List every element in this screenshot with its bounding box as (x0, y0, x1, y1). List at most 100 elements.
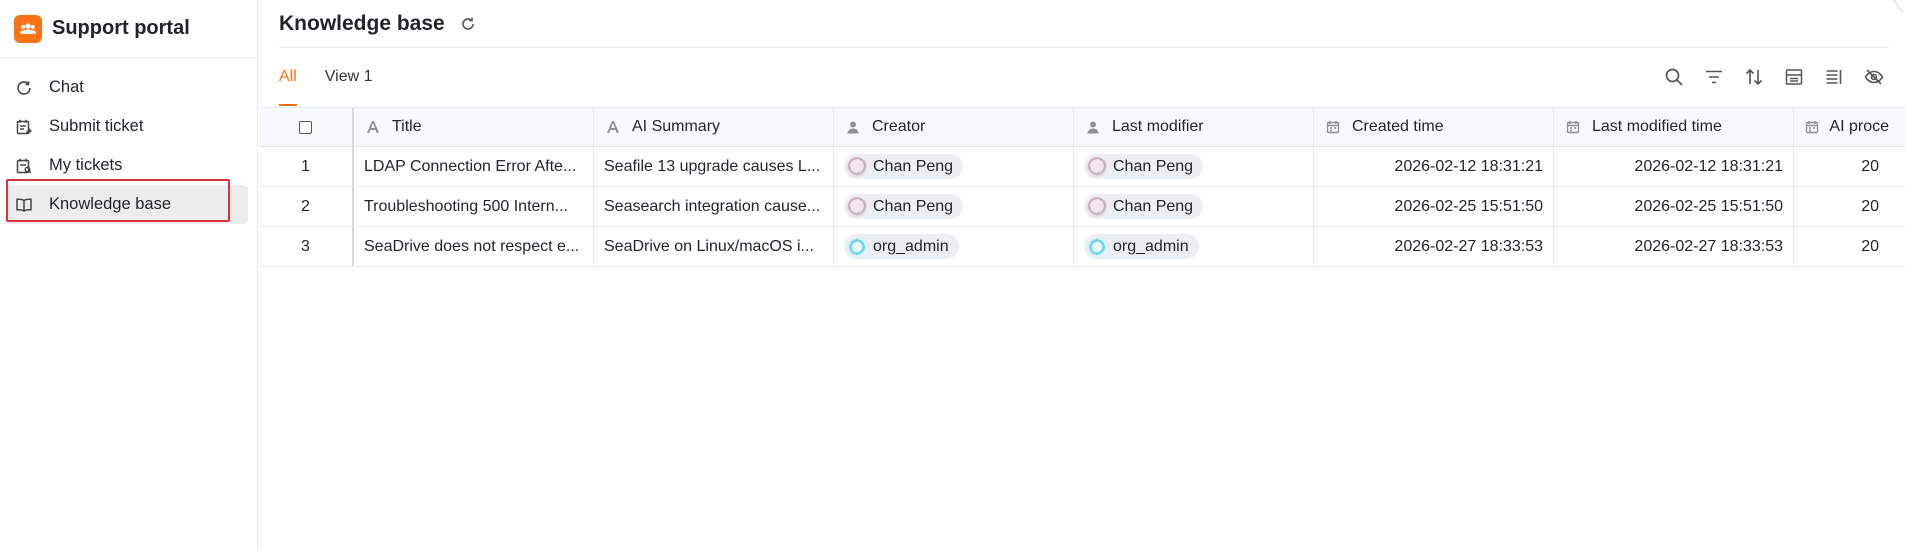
avatar (1087, 196, 1107, 217)
sidebar-item-knowledge-base[interactable]: Knowledge base (6, 185, 248, 224)
column-label: Last modified time (1592, 118, 1722, 135)
column-header-created-time[interactable]: Created time (1314, 108, 1554, 146)
group-icon[interactable] (1781, 64, 1807, 90)
page-title: Knowledge base (279, 11, 445, 35)
cell-ai-summary[interactable]: SeaDrive on Linux/macOS i... (594, 227, 834, 266)
table-row[interactable]: 1 LDAP Connection Error Afte... Seafile … (259, 147, 1905, 187)
cell-text: Seafile 13 upgrade causes L... (604, 157, 821, 175)
column-label: Creator (872, 118, 926, 135)
cell-last-modifier[interactable]: Chan Peng (1074, 147, 1314, 186)
brand: Support portal (0, 0, 258, 58)
select-all-checkbox[interactable] (299, 120, 312, 134)
data-grid: Title AI Summary Creator Last modifier C… (259, 107, 1905, 267)
user-pill: Chan Peng (1084, 154, 1204, 179)
user-name: Chan Peng (1113, 157, 1194, 175)
page-header: Knowledge base (279, 0, 1889, 48)
column-header-last-modifier[interactable]: Last modifier (1074, 108, 1314, 146)
calendar-icon (1564, 118, 1582, 136)
column-label: Created time (1352, 118, 1444, 135)
cell-creator[interactable]: Chan Peng (834, 147, 1074, 186)
cell-title[interactable]: SeaDrive does not respect e... (354, 227, 594, 266)
filter-icon[interactable] (1701, 64, 1727, 90)
table-row[interactable]: 3 SeaDrive does not respect e... SeaDriv… (259, 227, 1905, 267)
column-header-last-modified-time[interactable]: Last modified time (1554, 108, 1794, 146)
tab-view-1[interactable]: View 1 (325, 60, 373, 106)
calendar-icon (1324, 118, 1342, 136)
avatar (847, 156, 867, 177)
column-label: Title (392, 118, 422, 135)
sort-icon[interactable] (1741, 64, 1767, 90)
hide-columns-icon[interactable] (1861, 64, 1887, 90)
cell-last-modified-time[interactable]: 2026-02-12 18:31:21 (1554, 147, 1794, 186)
view-tabs: All View 1 (279, 60, 401, 106)
cell-text: SeaDrive on Linux/macOS i... (604, 237, 814, 255)
avatar (847, 196, 867, 217)
column-label: AI proce (1829, 118, 1889, 135)
column-header-creator[interactable]: Creator (834, 108, 1074, 146)
cell-created-time[interactable]: 2026-02-12 18:31:21 (1314, 147, 1554, 186)
cell-last-modifier[interactable]: org_admin (1074, 227, 1314, 266)
cell-ai-summary[interactable]: Seasearch integration cause... (594, 187, 834, 226)
tab-all[interactable]: All (279, 60, 297, 106)
row-index: 1 (259, 147, 354, 186)
row-height-icon[interactable] (1821, 64, 1847, 90)
cell-created-time[interactable]: 2026-02-25 15:51:50 (1314, 187, 1554, 226)
cell-ai-summary[interactable]: Seafile 13 upgrade causes L... (594, 147, 834, 186)
cell-created-time[interactable]: 2026-02-27 18:33:53 (1314, 227, 1554, 266)
user-name: org_admin (873, 237, 949, 255)
cell-ai-process[interactable]: 20 (1794, 187, 1889, 226)
avatar (847, 236, 867, 257)
sidebar-item-label: Submit ticket (49, 117, 144, 135)
app-title: Support portal (52, 17, 190, 39)
column-label: AI Summary (632, 118, 721, 135)
grid-toolbar (1661, 64, 1887, 90)
sidebar-nav: Chat Submit ticket My tickets Knowledge … (6, 68, 248, 224)
submit-ticket-icon (13, 116, 35, 138)
row-index: 2 (259, 187, 354, 226)
person-icon (844, 118, 862, 136)
chat-refresh-icon (13, 77, 35, 99)
cell-text: Seasearch integration cause... (604, 197, 821, 215)
cell-last-modified-time[interactable]: 2026-02-27 18:33:53 (1554, 227, 1794, 266)
book-icon (13, 194, 35, 216)
sidebar-item-label: Chat (49, 78, 84, 96)
cell-creator[interactable]: org_admin (834, 227, 1074, 266)
cell-text: Troubleshooting 500 Intern... (364, 197, 568, 215)
table-row[interactable]: 2 Troubleshooting 500 Intern... Seasearc… (259, 187, 1905, 227)
person-icon (1084, 118, 1102, 136)
cell-ai-process[interactable]: 20 (1794, 227, 1889, 266)
corner-marker-icon (1893, 0, 1903, 12)
sidebar: Support portal Chat Submit ticket My tic… (0, 0, 258, 551)
avatar (1087, 236, 1107, 257)
user-pill: Chan Peng (844, 154, 964, 179)
column-header-ai-process[interactable]: AI proce (1794, 108, 1889, 146)
user-pill: Chan Peng (1084, 194, 1204, 219)
sidebar-item-chat[interactable]: Chat (6, 68, 248, 107)
search-icon[interactable] (1661, 64, 1687, 90)
sidebar-item-my-tickets[interactable]: My tickets (6, 146, 248, 185)
cell-ai-process[interactable]: 20 (1794, 147, 1889, 186)
cell-last-modifier[interactable]: Chan Peng (1074, 187, 1314, 226)
user-pill: org_admin (1084, 234, 1199, 259)
team-icon (14, 14, 42, 43)
user-pill: org_admin (844, 234, 959, 259)
cell-text: LDAP Connection Error Afte... (364, 157, 577, 175)
select-all-cell (259, 108, 354, 146)
text-field-icon (364, 118, 382, 136)
cell-last-modified-time[interactable]: 2026-02-25 15:51:50 (1554, 187, 1794, 226)
row-index: 3 (259, 227, 354, 266)
user-name: Chan Peng (873, 157, 954, 175)
column-header-ai-summary[interactable]: AI Summary (594, 108, 834, 146)
text-field-icon (604, 118, 622, 136)
cell-text: SeaDrive does not respect e... (364, 237, 580, 255)
refresh-icon[interactable] (459, 15, 477, 33)
cell-title[interactable]: LDAP Connection Error Afte... (354, 147, 594, 186)
sidebar-item-submit-ticket[interactable]: Submit ticket (6, 107, 248, 146)
column-header-title[interactable]: Title (354, 108, 594, 146)
calendar-icon (1804, 118, 1819, 136)
cell-creator[interactable]: Chan Peng (834, 187, 1074, 226)
user-name: Chan Peng (873, 197, 954, 215)
cell-title[interactable]: Troubleshooting 500 Intern... (354, 187, 594, 226)
my-tickets-icon (13, 155, 35, 177)
column-label: Last modifier (1112, 118, 1204, 135)
